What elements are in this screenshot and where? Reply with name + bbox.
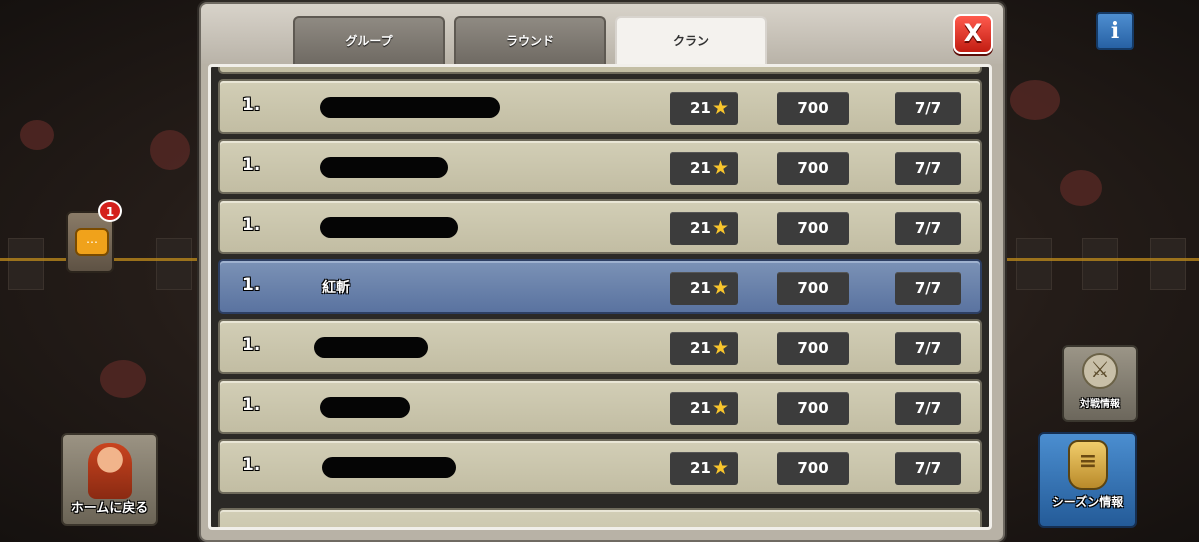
table-row[interactable]: 1. 21 ★ 700 7/7 — [218, 79, 982, 134]
table-row[interactable]: 1. 21 ★ 700 7/7 — [218, 199, 982, 254]
star-icon: ★ — [712, 457, 730, 479]
home-button[interactable]: ホームに戻る — [61, 433, 158, 526]
war-panel: グループ ラウンド クラン X 1. 21 ★ 700 7/7 1. 21 ★ 700 7/7 1.… — [199, 2, 1005, 542]
rank-label: 1. — [242, 215, 261, 235]
rock — [20, 120, 54, 150]
destruction-value: 700 — [777, 452, 849, 485]
bg-tile — [1082, 238, 1118, 290]
trophy-icon: ≡ — [1068, 440, 1108, 490]
stars-value: 21 — [690, 399, 711, 417]
war-log-icon: ⚔ — [1082, 353, 1118, 389]
stars-box: 21 ★ — [670, 92, 738, 125]
attacks-value: 7/7 — [895, 152, 961, 185]
table-row[interactable]: 1. 21 ★ 700 7/7 — [218, 379, 982, 434]
tab-group[interactable]: グループ — [293, 16, 445, 64]
bg-tile — [8, 238, 44, 290]
war-log-label: 対戦情報 — [1080, 399, 1120, 410]
rock — [100, 360, 146, 398]
rank-label: 1. — [242, 95, 261, 115]
destruction-value: 700 — [777, 392, 849, 425]
close-icon[interactable]: X — [953, 14, 993, 54]
destruction-value: 700 — [777, 152, 849, 185]
star-icon: ★ — [712, 397, 730, 419]
table-row[interactable]: 1. 紅斬 21 ★ 700 7/7 — [218, 259, 982, 314]
redacted-clan-name — [320, 217, 458, 238]
destruction-value: 700 — [777, 332, 849, 365]
info-button[interactable]: i — [1096, 12, 1134, 50]
attacks-value: 7/7 — [895, 392, 961, 425]
table-row[interactable]: 1. 21 ★ 700 7/7 — [218, 319, 982, 374]
stars-box: 21 ★ — [670, 212, 738, 245]
redacted-clan-name — [322, 457, 456, 478]
stars-box: 21 ★ — [670, 452, 738, 485]
attacks-value: 7/7 — [895, 92, 961, 125]
star-icon: ★ — [712, 157, 730, 179]
attacks-value: 7/7 — [895, 332, 961, 365]
star-icon: ★ — [712, 337, 730, 359]
rank-label: 1. — [242, 455, 261, 475]
stars-value: 21 — [690, 339, 711, 357]
destruction-value: 700 — [777, 212, 849, 245]
rank-label: 1. — [242, 395, 261, 415]
bg-tile — [1016, 238, 1052, 290]
table-row[interactable]: 1. 21 ★ 700 7/7 — [218, 439, 982, 494]
star-icon: ★ — [712, 217, 730, 239]
star-icon: ★ — [712, 277, 730, 299]
villager-icon — [88, 443, 132, 499]
stars-box: 21 ★ — [670, 332, 738, 365]
season-info-label: シーズン情報 — [1051, 495, 1124, 509]
stars-box: 21 ★ — [670, 272, 738, 305]
stars-value: 21 — [690, 279, 711, 297]
attacks-value: 7/7 — [895, 452, 961, 485]
redacted-clan-name — [320, 397, 410, 418]
redacted-clan-name — [314, 337, 428, 358]
home-label: ホームに戻る — [70, 501, 149, 516]
stars-value: 21 — [690, 219, 711, 237]
rank-label: 1. — [242, 155, 261, 175]
clan-list[interactable]: 1. 21 ★ 700 7/7 1. 21 ★ 700 7/7 1. 21 ★ 700 7/7 1. 紅斬 21 ★… — [208, 64, 992, 530]
chat-badge: 1 — [98, 200, 122, 222]
bg-tile — [156, 238, 192, 290]
bg-tile — [1150, 238, 1186, 290]
tab-clan[interactable]: クラン — [615, 16, 767, 64]
stars-box: 21 ★ — [670, 392, 738, 425]
stars-value: 21 — [690, 159, 711, 177]
attacks-value: 7/7 — [895, 272, 961, 305]
destruction-value: 700 — [777, 272, 849, 305]
lava-strip — [1001, 258, 1199, 261]
war-log-button[interactable]: ⚔ 対戦情報 — [1062, 345, 1138, 422]
tab-round[interactable]: ラウンド — [454, 16, 606, 64]
rock — [1060, 170, 1102, 206]
rock — [1010, 80, 1060, 120]
info-icon: i — [1110, 18, 1120, 44]
chat-icon: … — [75, 228, 109, 256]
rank-label: 1. — [242, 275, 261, 295]
attacks-value: 7/7 — [895, 212, 961, 245]
rank-label: 1. — [242, 335, 261, 355]
stars-value: 21 — [690, 99, 711, 117]
redacted-clan-name — [320, 157, 448, 178]
star-icon: ★ — [712, 97, 730, 119]
list-item-partial — [218, 508, 982, 527]
season-info-button[interactable]: ≡ シーズン情報 — [1038, 432, 1137, 528]
redacted-clan-name — [320, 97, 500, 118]
clan-name: 紅斬 — [322, 280, 350, 296]
stars-value: 21 — [690, 459, 711, 477]
table-row[interactable]: 1. 21 ★ 700 7/7 — [218, 139, 982, 194]
rock — [150, 130, 190, 170]
stars-box: 21 ★ — [670, 152, 738, 185]
destruction-value: 700 — [777, 92, 849, 125]
list-item-partial — [218, 67, 982, 74]
